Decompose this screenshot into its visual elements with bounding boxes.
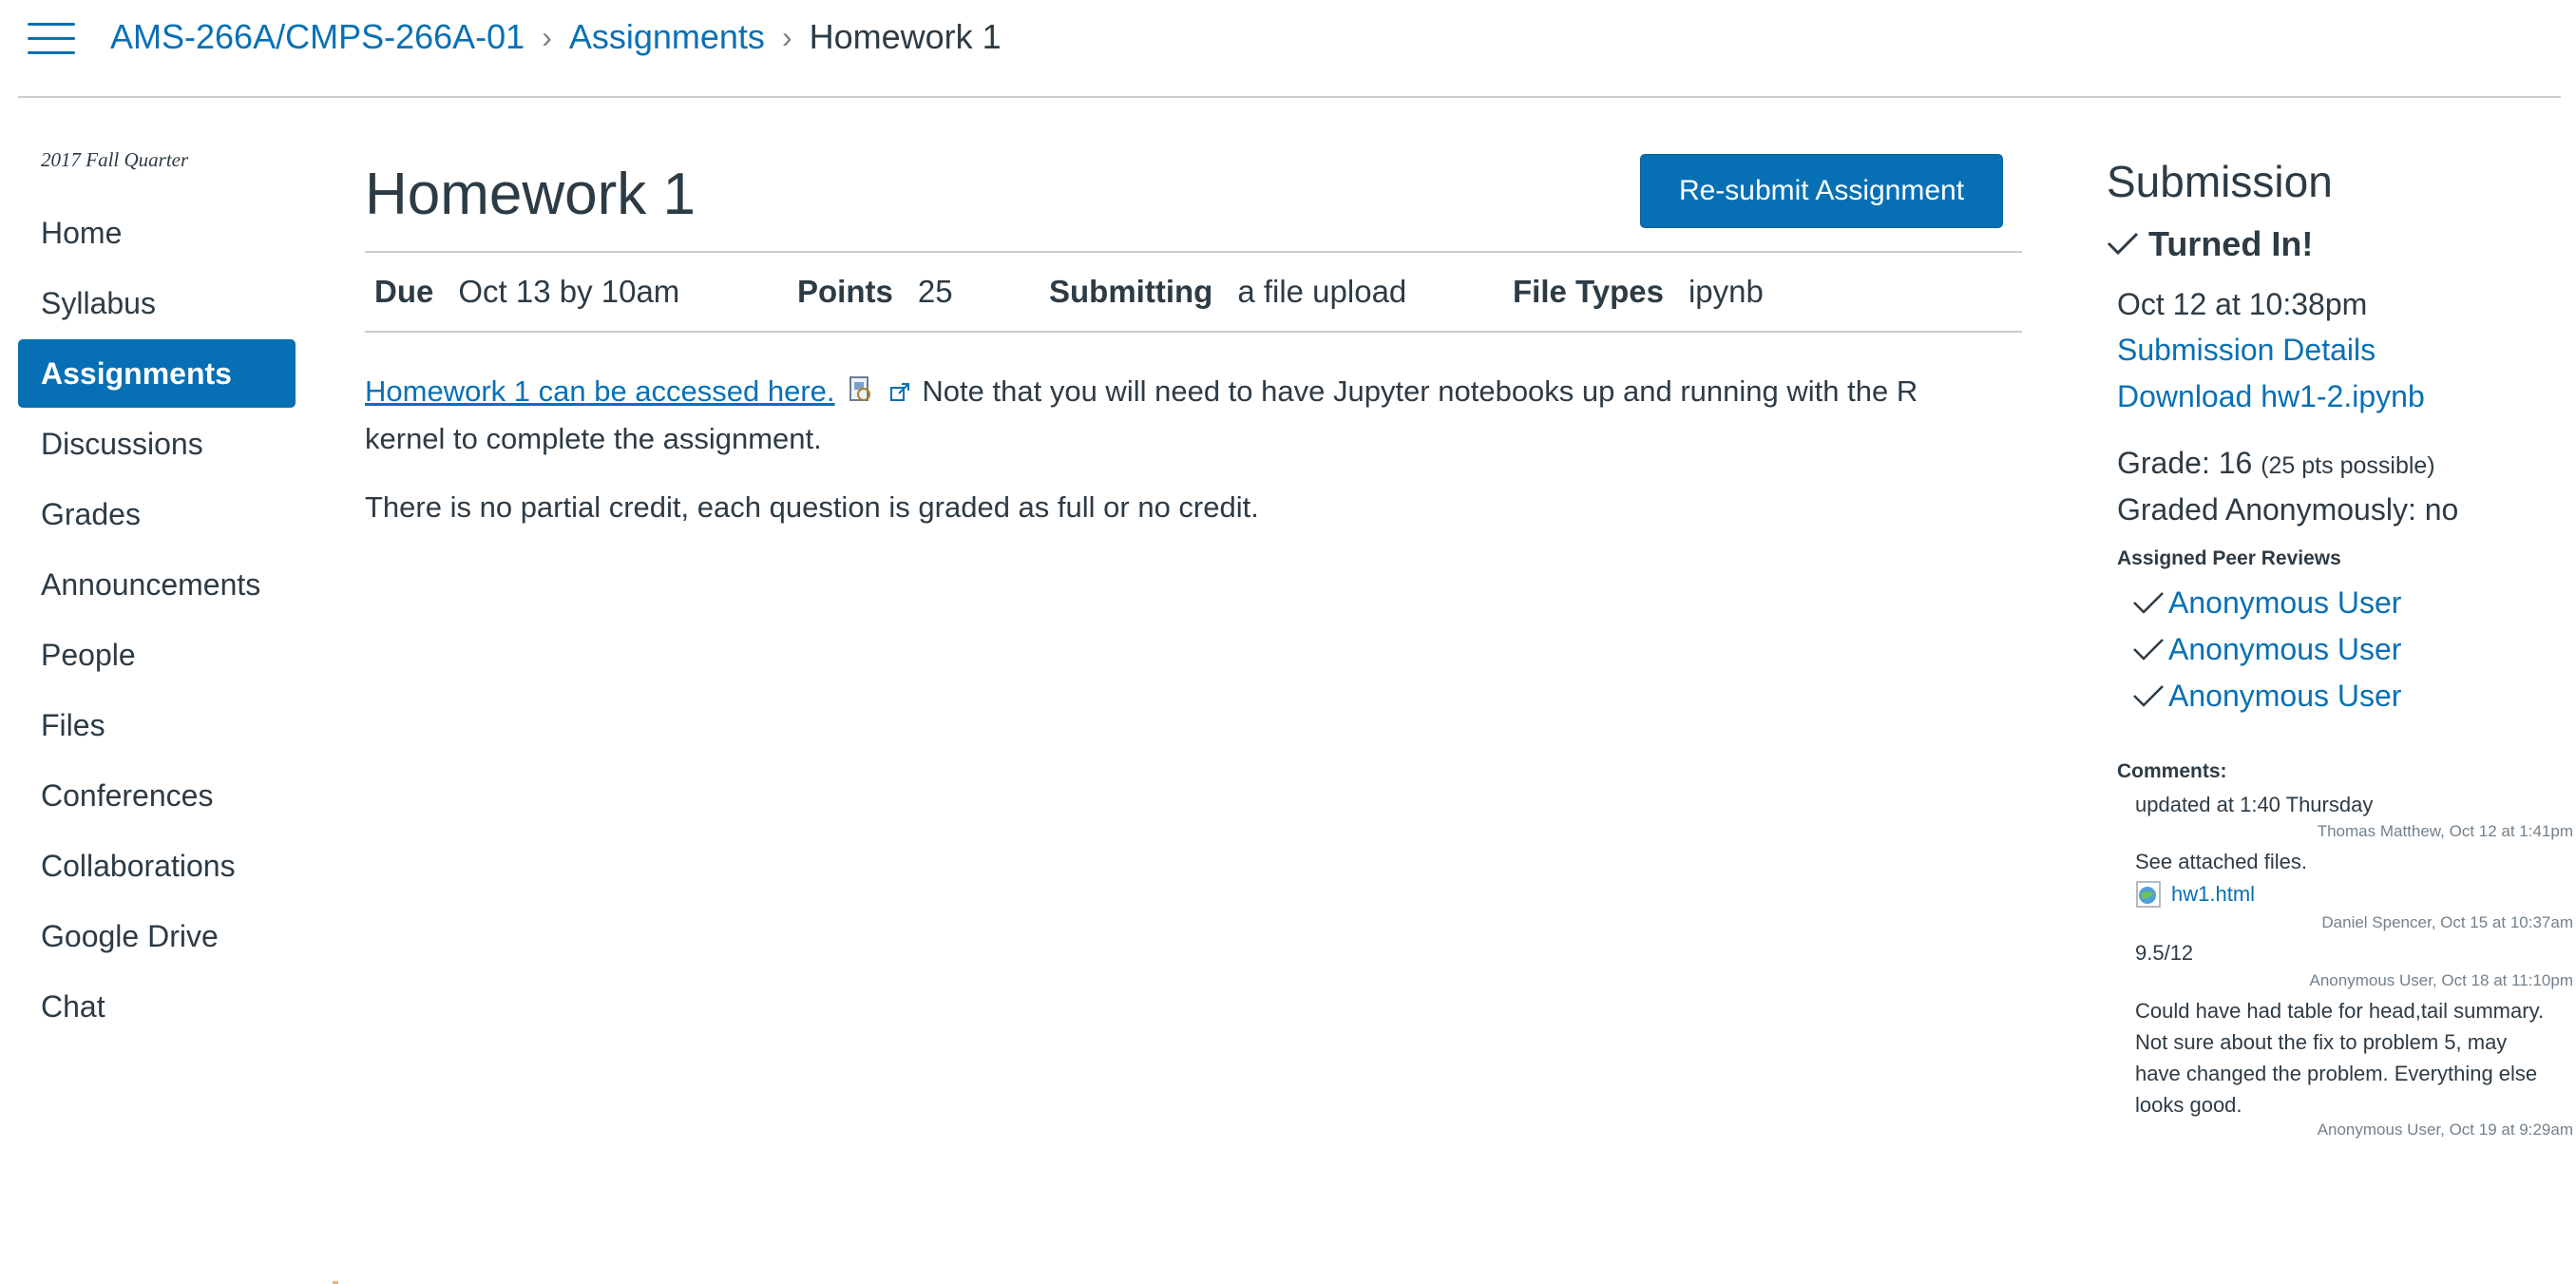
- peer-review-item[interactable]: Anonymous User: [2132, 679, 2401, 714]
- term-label: 2017 Fall Quarter: [41, 148, 189, 171]
- status-text: Turned In!: [2148, 224, 2314, 263]
- comment-text: See attached files.: [2135, 850, 2308, 873]
- breadcrumb-assignments-link[interactable]: Assignments: [569, 13, 765, 61]
- submitting-value: a file upload: [1237, 274, 1407, 309]
- points-detail: Points 25: [797, 274, 1049, 310]
- file-types-detail: File Types ipynb: [1513, 274, 1764, 310]
- breadcrumb: AMS-266A/CMPS-266A-01 › Assignments › Ho…: [110, 13, 1002, 61]
- turned-in-status: Turned In!: [2107, 224, 2313, 264]
- homework-link[interactable]: Homework 1 can be accessed here.: [365, 374, 835, 408]
- comment-attachment[interactable]: hw1.html: [2135, 878, 2553, 910]
- submitted-time: Oct 12 at 10:38pm: [2117, 287, 2368, 321]
- grade-value: Grade: 16: [2117, 446, 2253, 480]
- nav-item-assignments[interactable]: Assignments: [18, 339, 296, 408]
- due-label: Due: [374, 274, 434, 309]
- comment-line: looks good.: [2135, 1093, 2242, 1117]
- submitting-label: Submitting: [1049, 274, 1213, 309]
- description-text-2: kernel to complete the assignment.: [365, 421, 822, 455]
- nav-item-discussions[interactable]: Discussions: [18, 410, 296, 478]
- peer-review-item[interactable]: Anonymous User: [2132, 632, 2401, 667]
- comment-line: have changed the problem. Everything els…: [2135, 1062, 2538, 1085]
- checkmark-icon: [2107, 232, 2139, 256]
- nav-item-syllabus[interactable]: Syllabus: [18, 269, 296, 337]
- peer-review-link[interactable]: Anonymous User: [2168, 679, 2401, 714]
- file-types-label: File Types: [1513, 274, 1664, 309]
- comment-text: Could have had table for head,tail summa…: [2135, 995, 2553, 1121]
- peer-reviews-heading: Assigned Peer Reviews: [2117, 547, 2341, 569]
- nav-item-home[interactable]: Home: [18, 199, 296, 267]
- points-label: Points: [797, 274, 893, 309]
- nav-item-announcements[interactable]: Announcements: [18, 550, 296, 619]
- comment-line: Could have had table for head,tail summa…: [2135, 999, 2545, 1023]
- chevron-right-icon: ›: [542, 20, 552, 54]
- checkmark-icon: [2133, 638, 2164, 661]
- course-navigation: Home Syllabus Assignments Discussions Gr…: [18, 199, 296, 1043]
- nav-item-google-drive[interactable]: Google Drive: [18, 902, 296, 970]
- description-paragraph: Homework 1 can be accessed here. Note th…: [365, 369, 2022, 462]
- assignment-details-bar: Due Oct 13 by 10am Points 25 Submitting …: [365, 251, 2022, 333]
- comment-text: 9.5/12: [2135, 941, 2194, 965]
- grade-possible: (25 pts possible): [2261, 452, 2435, 479]
- submitting-detail: Submitting a file upload: [1049, 274, 1513, 310]
- nav-item-chat[interactable]: Chat: [18, 972, 296, 1041]
- comment-line: Not sure about the fix to problem 5, may: [2135, 1030, 2508, 1054]
- comments-heading: Comments:: [2117, 760, 2227, 782]
- document-preview-icon[interactable]: [847, 371, 873, 416]
- checkmark-icon: [2133, 591, 2164, 614]
- comment-meta: Daniel Spencer, Oct 15 at 10:37am: [2321, 913, 2573, 931]
- assignment-description: Homework 1 can be accessed here. Note th…: [365, 369, 2022, 553]
- page-title: Homework 1: [365, 162, 696, 227]
- nav-item-grades[interactable]: Grades: [18, 480, 296, 548]
- breadcrumb-current: Homework 1: [809, 17, 1002, 56]
- points-value: 25: [917, 274, 953, 309]
- nav-item-conferences[interactable]: Conferences: [18, 761, 296, 830]
- checkmark-icon: [2133, 684, 2164, 707]
- due-value: Oct 13 by 10am: [458, 274, 680, 309]
- resubmit-assignment-button[interactable]: Re-submit Assignment: [1640, 154, 2003, 228]
- peer-review-link[interactable]: Anonymous User: [2168, 585, 2401, 621]
- submission-details-link[interactable]: Submission Details: [2117, 327, 2376, 373]
- breadcrumb-course-link[interactable]: AMS-266A/CMPS-266A-01: [110, 13, 525, 61]
- download-submission-link[interactable]: Download hw1-2.ipynb: [2117, 374, 2425, 419]
- top-bar: AMS-266A/CMPS-266A-01 › Assignments › Ho…: [18, 0, 2561, 98]
- comment-meta: Anonymous User, Oct 18 at 11:10pm: [2309, 971, 2574, 989]
- graded-anonymously: Graded Anonymously: no: [2117, 492, 2459, 527]
- nav-item-collaborations[interactable]: Collaborations: [18, 832, 296, 900]
- comment-meta: Thomas Matthew, Oct 12 at 1:41pm: [2317, 822, 2573, 840]
- chevron-right-icon: ›: [781, 20, 792, 54]
- peer-review-link[interactable]: Anonymous User: [2168, 632, 2401, 667]
- html-file-icon: [2136, 880, 2161, 908]
- grade-line: Grade: 16 (25 pts possible): [2117, 440, 2435, 489]
- submission-heading: Submission: [2107, 157, 2333, 206]
- nav-item-people[interactable]: People: [18, 621, 296, 689]
- file-types-value: ipynb: [1688, 274, 1764, 309]
- attachment-link[interactable]: hw1.html: [2171, 878, 2255, 910]
- description-text-1: Note that you will need to have Jupyter …: [922, 374, 1918, 408]
- nav-item-files[interactable]: Files: [18, 691, 296, 759]
- due-detail: Due Oct 13 by 10am: [374, 274, 797, 310]
- comment-text: updated at 1:40 Thursday: [2135, 793, 2374, 816]
- external-link-icon[interactable]: [889, 371, 910, 416]
- hamburger-menu-icon[interactable]: [28, 21, 75, 57]
- peer-review-item[interactable]: Anonymous User: [2132, 585, 2401, 621]
- comment-meta: Anonymous User, Oct 19 at 9:29am: [2317, 1121, 2573, 1139]
- description-paragraph: There is no partial credit, each questio…: [365, 489, 1259, 524]
